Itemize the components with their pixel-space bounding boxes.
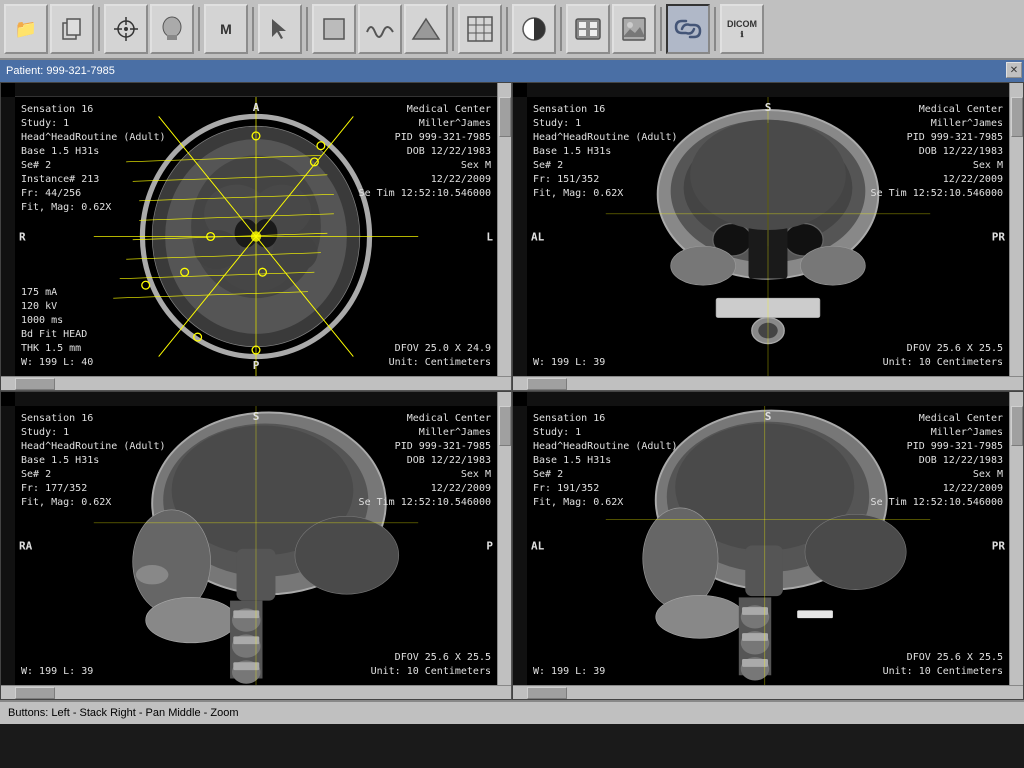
scroll-thumb-sag1-v[interactable]	[499, 406, 511, 446]
btn-dicom[interactable]: DICOM ℹ	[720, 4, 764, 54]
info-sag1-bottomright: DFOV 25.6 X 25.5Unit: 10 Centimeters	[371, 651, 491, 679]
scroll-h-sag1[interactable]	[1, 685, 511, 699]
btn-wave[interactable]	[358, 4, 402, 54]
scroll-thumb-v[interactable]	[499, 97, 511, 137]
btn-crosshair[interactable]	[104, 4, 148, 54]
scroll-thumb-sag2-h[interactable]	[527, 687, 567, 699]
sep1	[98, 7, 100, 51]
scroll-thumb-sag2-v[interactable]	[1011, 406, 1023, 446]
orient-s-tr: S	[765, 101, 772, 114]
close-button[interactable]: ✕	[1006, 62, 1022, 78]
scroll-v-sag2[interactable]	[1009, 392, 1023, 699]
titlebar: Patient: 999-321-7985 ✕	[0, 60, 1024, 82]
info-axial-topleft: Sensation 16Study: 1Head^HeadRoutine (Ad…	[21, 103, 166, 215]
title-text: Patient: 999-321-7985	[6, 65, 115, 77]
info-coronal-topleft: Sensation 16Study: 1Head^HeadRoutine (Ad…	[533, 103, 678, 201]
sep3	[252, 7, 254, 51]
btn-mountain[interactable]	[404, 4, 448, 54]
info-sag2-topright: Medical CenterMiller^JamesPID 999-321-79…	[871, 412, 1003, 510]
btn-film[interactable]	[566, 4, 610, 54]
scroll-thumb-sag1-h[interactable]	[15, 687, 55, 699]
sep7	[560, 7, 562, 51]
sep9	[714, 7, 716, 51]
statusbar: Buttons: Left - Stack Right - Pan Middle…	[0, 700, 1024, 724]
btn-export[interactable]	[612, 4, 656, 54]
orient-al-tr: AL	[531, 230, 544, 243]
orient-ra-bl: RA	[19, 539, 32, 552]
scroll-v-axial[interactable]	[497, 83, 511, 390]
toolbar: 📁 M DICOM ℹ	[0, 0, 1024, 60]
info-sag1-topleft: Sensation 16Study: 1Head^HeadRoutine (Ad…	[21, 412, 166, 510]
orient-a: A	[253, 101, 260, 114]
scroll-thumb-h[interactable]	[15, 378, 55, 390]
info-sag2-bottomright: DFOV 25.6 X 25.5Unit: 10 Centimeters	[883, 651, 1003, 679]
btn-copy[interactable]	[50, 4, 94, 54]
btn-grid[interactable]	[458, 4, 502, 54]
orient-al-br: AL	[531, 539, 544, 552]
sep4	[306, 7, 308, 51]
scroll-v-coronal[interactable]	[1009, 83, 1023, 390]
info-coronal-bottomright: DFOV 25.6 X 25.5Unit: 10 Centimeters	[883, 342, 1003, 370]
orient-s-bl: S	[253, 410, 260, 423]
info-sag2-bottomleft: W: 199 L: 39	[533, 665, 605, 679]
scroll-v-sag1[interactable]	[497, 392, 511, 699]
info-axial-bottomright: DFOV 25.0 X 24.9Unit: Centimeters	[389, 342, 491, 370]
scroll-h-axial[interactable]	[1, 376, 511, 390]
viewport-sagittal2[interactable]: S AL PR Sensation 16Study: 1Head^HeadRou…	[512, 391, 1024, 700]
viewport-area: A P R L Sensation 16Study: 1Head^HeadRou…	[0, 82, 1024, 700]
scroll-thumb-coronal-v[interactable]	[1011, 97, 1023, 137]
viewport-sagittal1[interactable]: S RA P Sensation 16Study: 1Head^HeadRout…	[0, 391, 512, 700]
orient-p: P	[253, 359, 260, 372]
info-sag2-topleft: Sensation 16Study: 1Head^HeadRoutine (Ad…	[533, 412, 678, 510]
btn-contrast[interactable]	[512, 4, 556, 54]
orient-s-br: S	[765, 410, 772, 423]
orient-pr-tr: PR	[992, 230, 1005, 243]
sep5	[452, 7, 454, 51]
info-coronal-topright: Medical CenterMiller^JamesPID 999-321-79…	[871, 103, 1003, 201]
scroll-h-sag2[interactable]	[513, 685, 1023, 699]
sep8	[660, 7, 662, 51]
btn-link[interactable]	[666, 4, 710, 54]
sep2	[198, 7, 200, 51]
btn-head[interactable]	[150, 4, 194, 54]
viewport-axial[interactable]: A P R L Sensation 16Study: 1Head^HeadRou…	[0, 82, 512, 391]
orient-l: L	[486, 230, 493, 243]
scroll-h-coronal[interactable]	[513, 376, 1023, 390]
btn-square[interactable]	[312, 4, 356, 54]
info-axial-bottomleft: 175 mA120 kV1000 msBd Fit HEADTHK 1.5 mm…	[21, 286, 93, 370]
scroll-thumb-coronal-h[interactable]	[527, 378, 567, 390]
orient-p-bl: P	[486, 539, 493, 552]
btn-open[interactable]: 📁	[4, 4, 48, 54]
btn-measure[interactable]: M	[204, 4, 248, 54]
info-axial-topright: Medical CenterMiller^JamesPID 999-321-79…	[359, 103, 491, 201]
info-sag1-bottomleft: W: 199 L: 39	[21, 665, 93, 679]
viewport-coronal[interactable]: S AL PR Sensation 16Study: 1Head^HeadRou…	[512, 82, 1024, 391]
sep6	[506, 7, 508, 51]
status-text: Buttons: Left - Stack Right - Pan Middle…	[8, 707, 238, 719]
info-coronal-bottomleft: W: 199 L: 39	[533, 356, 605, 370]
orient-pr-br: PR	[992, 539, 1005, 552]
main-content: Patient: 999-321-7985 ✕	[0, 60, 1024, 768]
info-sag1-topright: Medical CenterMiller^JamesPID 999-321-79…	[359, 412, 491, 510]
orient-r: R	[19, 230, 26, 243]
btn-cursor[interactable]	[258, 4, 302, 54]
